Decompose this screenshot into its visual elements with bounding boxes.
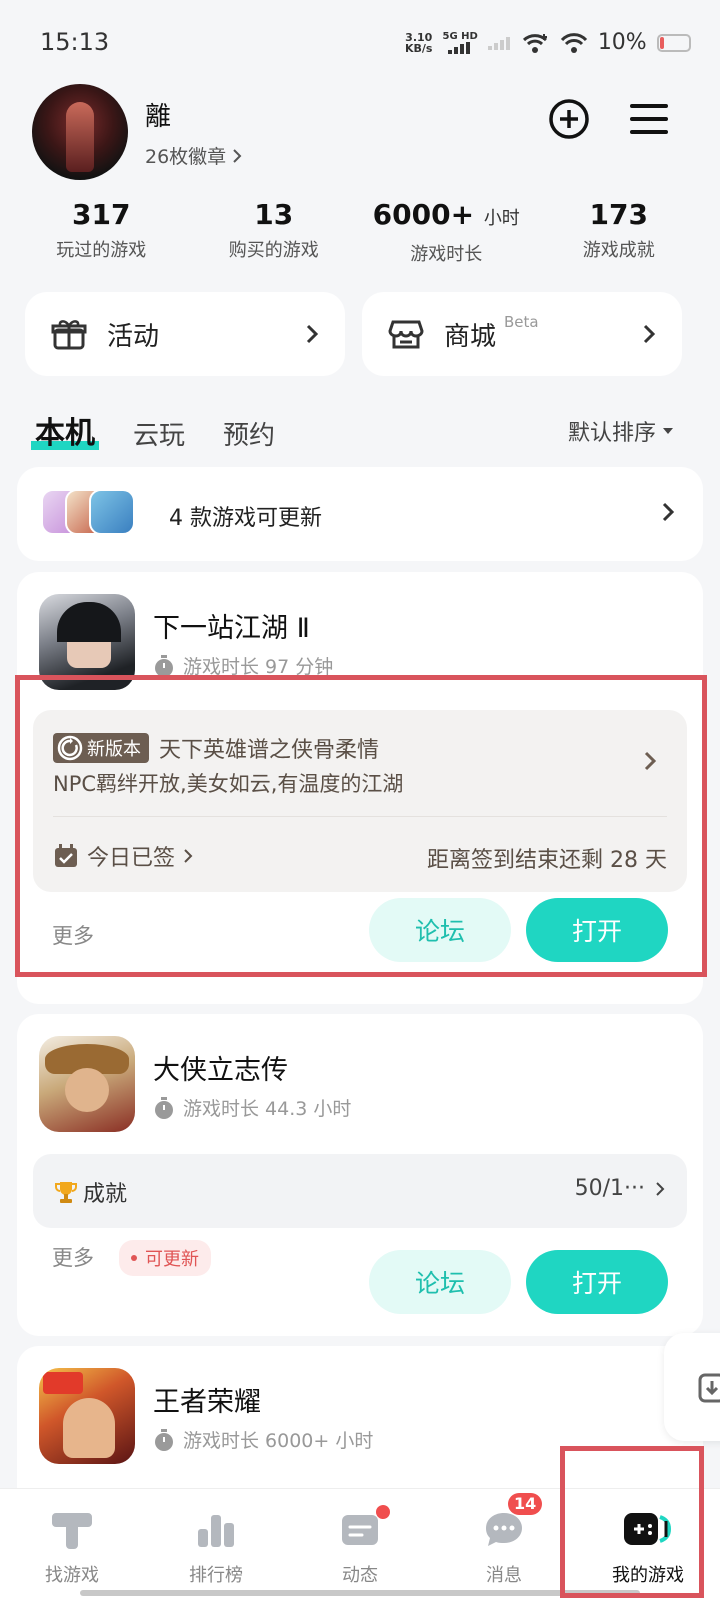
activity-card[interactable]: 活动	[25, 292, 345, 376]
find-game-icon	[52, 1513, 92, 1549]
game-name: 王者荣耀	[153, 1387, 261, 1418]
badges-link[interactable]: 26枚徽章	[145, 142, 242, 169]
stat-purchased[interactable]: 13 购买的游戏	[188, 198, 361, 266]
game-icon	[39, 1368, 135, 1464]
open-button[interactable]: 打开	[526, 1250, 668, 1314]
highlight-box-my-games	[560, 1446, 704, 1598]
ranking-icon	[198, 1515, 234, 1547]
game-playtime: 游戏时长 6000+ 小时	[153, 1426, 373, 1453]
highlight-box-event	[15, 675, 707, 977]
stopwatch-icon	[155, 654, 173, 677]
stat-playtime[interactable]: 6000+ 小时 游戏时长	[360, 198, 533, 266]
nav-ranking[interactable]: 排行榜	[144, 1489, 288, 1600]
wifi-icon	[560, 32, 587, 53]
stopwatch-icon	[155, 1096, 173, 1119]
game-name: 下一站江湖 Ⅱ	[153, 613, 310, 644]
game-icon	[39, 1036, 135, 1132]
sort-dropdown[interactable]: 默认排序	[568, 415, 674, 447]
game-name: 大侠立志传	[153, 1055, 288, 1086]
nav-feed[interactable]: 动态	[288, 1489, 432, 1600]
update-tag[interactable]: 可更新	[119, 1240, 211, 1276]
game-tabs: 本机 云玩 预约	[31, 408, 275, 452]
store-icon	[388, 320, 424, 349]
username[interactable]: 離	[145, 96, 171, 133]
nav-messages[interactable]: 14 消息	[432, 1489, 576, 1600]
menu-icon[interactable]	[630, 100, 668, 138]
chevron-right-icon	[656, 1181, 665, 1196]
trophy-icon	[55, 1182, 77, 1203]
cell-signal-icon: 5G HD	[442, 31, 478, 54]
status-bar: 15:13 3.10 KB/s 5G HD 10%	[0, 0, 720, 90]
tab-reserve[interactable]: 预约	[223, 415, 275, 452]
more-button[interactable]: 更多	[52, 1242, 94, 1272]
message-count-badge: 14	[508, 1493, 543, 1515]
chevron-right-icon	[306, 324, 319, 344]
download-icon	[698, 1373, 720, 1403]
stat-played[interactable]: 317 玩过的游戏	[15, 198, 188, 266]
chevron-right-icon	[662, 502, 675, 522]
update-game-icons	[41, 489, 151, 537]
add-circle-icon[interactable]	[548, 98, 590, 140]
battery-icon	[656, 33, 691, 52]
gift-icon	[51, 320, 87, 350]
forum-button[interactable]: 论坛	[369, 1250, 511, 1314]
status-time: 15:13	[40, 28, 110, 56]
chevron-right-icon	[643, 324, 656, 344]
game-playtime: 游戏时长 44.3 小时	[153, 1094, 351, 1121]
stopwatch-icon	[155, 1428, 173, 1451]
caret-down-icon	[663, 428, 674, 434]
stats-row: 317 玩过的游戏 13 购买的游戏 6000+ 小时 游戏时长 173 游戏成…	[15, 198, 705, 266]
wifi-plus-icon	[522, 33, 547, 53]
cell-signal-2-icon	[487, 36, 510, 50]
chevron-right-icon	[233, 148, 242, 163]
nav-find-games[interactable]: 找游戏	[0, 1489, 144, 1600]
avatar[interactable]	[32, 84, 128, 180]
floating-download-tab[interactable]	[664, 1333, 720, 1441]
home-indicator	[80, 1590, 640, 1596]
tab-cloud[interactable]: 云玩	[133, 415, 185, 452]
battery-percent: 10%	[597, 30, 647, 55]
feed-badge-dot	[376, 1505, 390, 1519]
updates-bar[interactable]: 4 款游戏可更新	[17, 467, 703, 561]
net-speed: 3.10 KB/s	[405, 30, 433, 55]
game-card[interactable]: 大侠立志传 游戏时长 44.3 小时 成就 50/1··· 更多 可更新 论坛 …	[17, 1014, 703, 1336]
stat-achievements[interactable]: 173 游戏成就	[533, 198, 706, 266]
mall-card[interactable]: 商城 Beta	[362, 292, 682, 376]
tab-local[interactable]: 本机	[31, 408, 99, 452]
achievement-row[interactable]: 成就 50/1···	[33, 1154, 687, 1228]
